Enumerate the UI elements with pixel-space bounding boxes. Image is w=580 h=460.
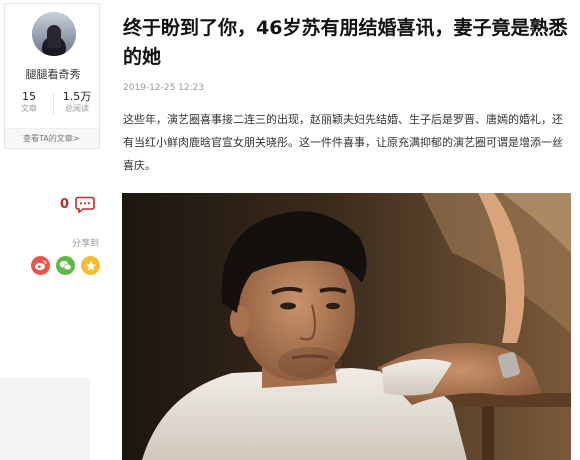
- articles-stat: 15 文章: [5, 90, 53, 114]
- weibo-icon[interactable]: [31, 256, 50, 275]
- share-icons: [31, 256, 100, 275]
- article-title: 终于盼到了你，46岁苏有朋结婚喜讯，妻子竟是熟悉的她: [123, 17, 568, 68]
- qzone-icon[interactable]: [81, 256, 100, 275]
- articles-label: 文章: [21, 104, 37, 113]
- views-count: 1.5万: [62, 90, 92, 103]
- avatar[interactable]: [32, 12, 76, 56]
- article-timestamp: 2019-12-25 12:23: [123, 83, 205, 93]
- author-card: 腿腿看奇秀 15 文章 1.5万 总阅读 查看TA的文章>: [4, 3, 100, 149]
- comment-count: 0: [60, 197, 70, 212]
- comment-icon[interactable]: [75, 196, 95, 213]
- articles-count: 15: [22, 90, 36, 103]
- view-articles-link[interactable]: 查看TA的文章>: [5, 128, 99, 148]
- stats-divider: [53, 93, 54, 115]
- left-gray-panel: [0, 378, 90, 460]
- comment-row[interactable]: 0: [60, 196, 95, 213]
- author-name[interactable]: 腿腿看奇秀: [5, 66, 101, 82]
- wechat-icon[interactable]: [56, 256, 75, 275]
- article-paragraph: 这些年，演艺圈喜事接二连三的出现，赵丽颖夫妇先结婚、生子后是罗晋、唐嫣的婚礼，还…: [123, 113, 563, 172]
- views-label: 总阅读: [65, 104, 89, 113]
- article-photo: [122, 193, 571, 460]
- views-stat: 1.5万 总阅读: [53, 90, 101, 114]
- share-label: 分享到: [72, 239, 100, 249]
